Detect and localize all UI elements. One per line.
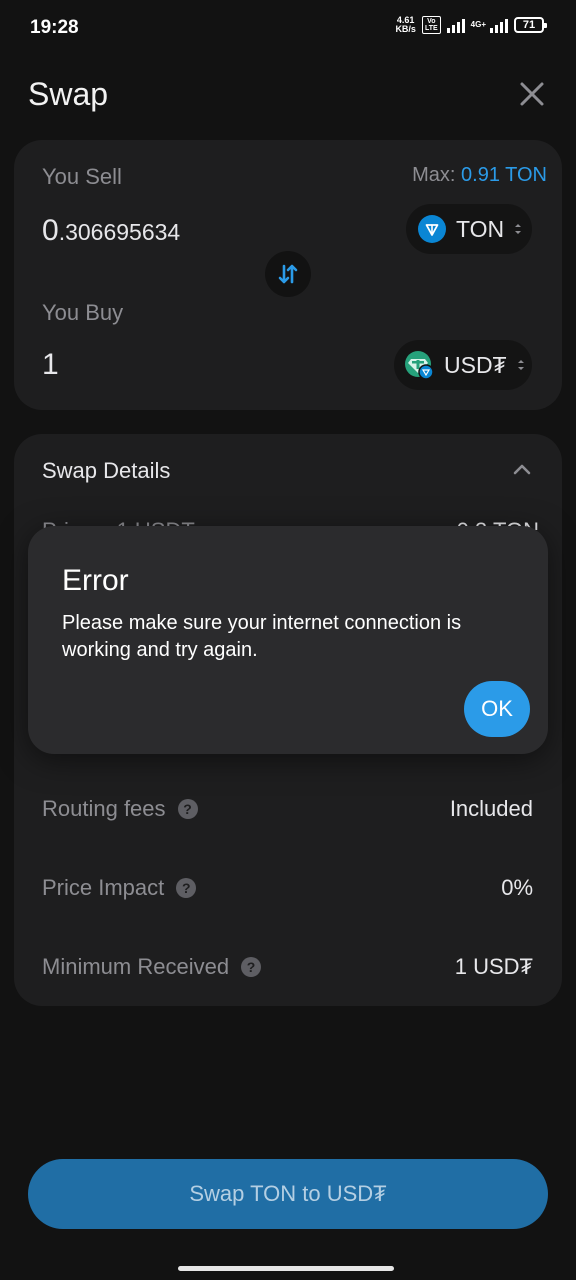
price-impact-label: Price Impact ? xyxy=(42,875,197,901)
sell-token-selector[interactable]: TON xyxy=(406,204,532,254)
swap-details-title: Swap Details xyxy=(42,458,171,483)
home-indicator[interactable] xyxy=(178,1266,394,1271)
sell-token-name: TON xyxy=(456,215,505,242)
buy-label: You Buy xyxy=(42,300,124,325)
sell-amount-input[interactable]: 0.306695634 xyxy=(42,214,180,248)
selector-arrows-icon xyxy=(514,222,522,236)
signal-bars-icon xyxy=(446,17,465,33)
status-time: 19:28 xyxy=(30,17,79,38)
buy-amount[interactable]: 1 xyxy=(42,348,59,382)
error-dialog: Error Please make sure your internet con… xyxy=(28,526,548,754)
help-icon[interactable]: ? xyxy=(241,957,262,977)
signal-bars-2-icon xyxy=(490,17,508,33)
close-icon[interactable] xyxy=(514,76,550,112)
help-icon[interactable]: ? xyxy=(176,878,197,898)
swap-button[interactable]: Swap TON to USD₮ xyxy=(28,1159,548,1229)
buy-token-name: USD₮ xyxy=(444,351,507,378)
minimum-received-label: Minimum Received ? xyxy=(42,954,262,980)
network-speed: 4.61 KB/s xyxy=(395,15,416,34)
max-balance[interactable]: Max: 0.91 TON xyxy=(412,164,547,187)
dialog-title: Error xyxy=(62,564,129,597)
network-type: 4G+ xyxy=(470,20,486,29)
volte-icon: Vo LTE xyxy=(421,16,441,34)
routing-fees-label: Routing fees ? xyxy=(42,796,198,822)
help-icon[interactable]: ? xyxy=(177,799,198,819)
chevron-up-icon[interactable] xyxy=(508,456,536,484)
status-icons: 4.61 KB/s Vo LTE 4G+ 71 xyxy=(395,15,547,34)
swap-direction-button[interactable] xyxy=(265,251,311,297)
usdt-icon xyxy=(404,350,434,380)
routing-fees-value: Included xyxy=(449,796,533,821)
sell-amount-frac: .306695634 xyxy=(58,219,181,245)
buy-token-selector[interactable]: USD₮ xyxy=(394,340,532,390)
ok-button[interactable]: OK xyxy=(464,681,530,737)
battery-level: 71 xyxy=(522,19,536,31)
sell-amount-int: 0 xyxy=(42,214,59,247)
status-bar: 19:28 4.61 KB/s Vo LTE 4G+ 71 xyxy=(0,0,576,56)
sell-label: You Sell xyxy=(42,164,122,189)
price-impact-value: 0% xyxy=(501,875,533,900)
max-label: Max: xyxy=(412,164,456,186)
minimum-received-value: 1 USD₮ xyxy=(454,954,533,979)
page-title: Swap xyxy=(28,76,109,112)
selector-arrows-icon xyxy=(517,358,525,372)
max-value[interactable]: 0.91 TON xyxy=(461,164,547,186)
dialog-message: Please make sure your internet connectio… xyxy=(62,612,462,661)
battery-icon: 71 xyxy=(514,17,547,33)
ton-icon xyxy=(418,215,446,243)
swap-arrows-icon xyxy=(278,264,298,284)
